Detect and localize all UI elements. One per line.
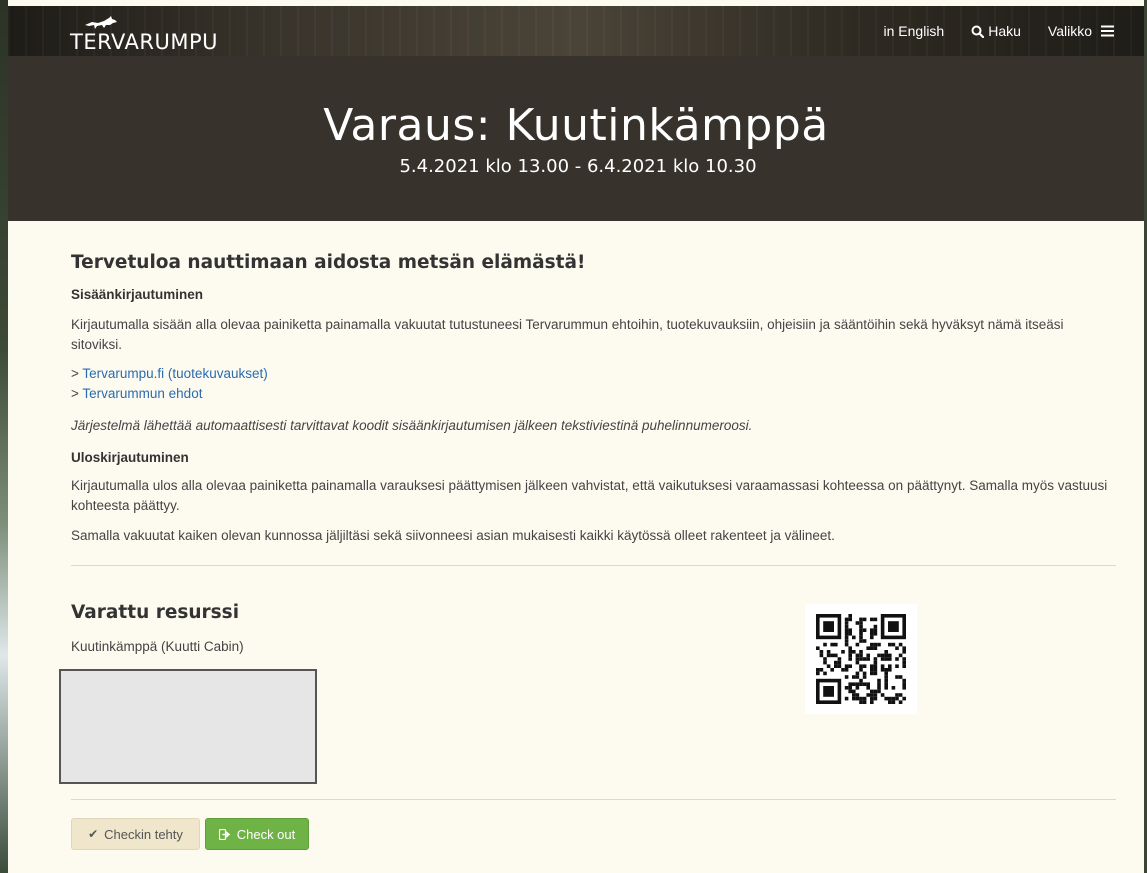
fox-logo-icon [85, 16, 117, 29]
checkout-label: Check out [236, 826, 296, 842]
logout-heading: Uloskirjautuminen [71, 450, 189, 465]
background-forest [0, 0, 8, 873]
divider [71, 565, 1116, 566]
check-out-button[interactable]: Check out [205, 818, 309, 850]
terms-link-line: > Tervarummun ehdot [71, 386, 202, 401]
search-link[interactable]: Haku [971, 23, 1021, 39]
qr-code-graphic [816, 614, 906, 704]
checkin-done-button[interactable]: ✔ Checkin tehty [71, 818, 200, 850]
menu-button[interactable]: Valikko [1048, 23, 1114, 39]
qr-code [805, 604, 917, 714]
checkin-label: Checkin tehty [104, 826, 183, 842]
top-nav: in English Haku Valikko [884, 6, 1144, 56]
hamburger-menu-icon [1101, 25, 1114, 37]
search-icon [971, 25, 985, 38]
logo-text: TERVARUMPU [70, 30, 219, 54]
login-text: Kirjautumalla sisään alla olevaa painike… [71, 317, 1064, 352]
link-prefix: > [71, 366, 83, 381]
resource-name: Kuutinkämppä (Kuutti Cabin) [71, 639, 244, 654]
product-link-line: > Tervarumpu.fi (tuotekuvaukset) [71, 366, 268, 381]
logo[interactable]: TERVARUMPU [70, 16, 240, 54]
sign-out-icon [218, 828, 230, 840]
divider [71, 799, 1116, 800]
resource-heading: Varattu resurssi [71, 602, 240, 623]
menu-label: Valikko [1047, 23, 1092, 39]
hero-banner: Varaus: Kuutinkämppä 5.4.2021 klo 13.00 … [8, 56, 1144, 221]
page: TERVARUMPU in English Haku Valikko Varau… [8, 0, 1144, 873]
top-navigation-bar: TERVARUMPU in English Haku Valikko [8, 6, 1144, 56]
resource-image [59, 669, 317, 784]
product-descriptions-link[interactable]: Tervarumpu.fi (tuotekuvaukset) [82, 366, 267, 381]
welcome-heading: Tervetuloa nauttimaan aidosta metsän elä… [71, 252, 586, 273]
reservation-dates: 5.4.2021 klo 13.00 - 6.4.2021 klo 10.30 [399, 156, 757, 177]
logout-text: Kirjautumalla ulos alla olevaa painikett… [71, 478, 1108, 513]
check-icon: ✔ [88, 827, 99, 841]
search-label: Haku [988, 23, 1021, 39]
login-heading: Sisäänkirjautuminen [71, 287, 204, 302]
sms-note: Järjestelmä lähettää automaattisesti tar… [71, 418, 753, 433]
terms-link[interactable]: Tervarummun ehdot [82, 386, 202, 401]
page-title: Varaus: Kuutinkämppä [323, 100, 829, 151]
logout-text-2: Samalla vakuutat kaiken olevan kunnossa … [71, 528, 835, 543]
link-prefix: > [71, 386, 83, 401]
language-link-english[interactable]: in English [884, 23, 945, 39]
